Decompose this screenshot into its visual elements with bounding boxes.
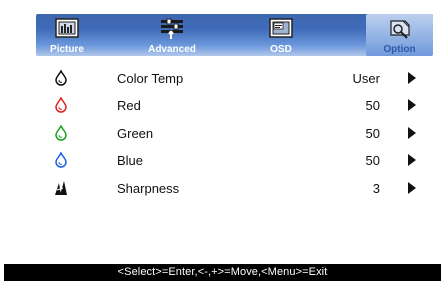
osd-menu: Picture Advanced OSD Option Color Temp U… xyxy=(4,0,441,281)
menu-row-blue[interactable]: Blue 50 xyxy=(54,150,424,170)
tab-picture-label: Picture xyxy=(50,44,84,55)
menu-row-value: 50 xyxy=(365,153,380,168)
menu-row-label: Green xyxy=(117,126,154,141)
menu-row-label: Color Temp xyxy=(117,71,184,86)
tab-osd-label: OSD xyxy=(270,44,292,55)
right-arrow-icon[interactable] xyxy=(408,182,416,194)
tab-option-label: Option xyxy=(383,44,416,55)
tab-bar: Picture Advanced OSD Option xyxy=(36,14,433,56)
tab-option[interactable]: Option xyxy=(366,14,433,56)
menu-row-green[interactable]: Green 50 xyxy=(54,123,424,143)
menu-row-red[interactable]: Red 50 xyxy=(54,95,424,115)
sharpness-icon xyxy=(55,181,67,195)
tab-advanced[interactable]: Advanced xyxy=(136,14,208,56)
menu-row-value: 3 xyxy=(372,181,380,196)
color-drop-icon xyxy=(55,70,67,86)
right-arrow-icon[interactable] xyxy=(408,99,416,111)
tab-advanced-label: Advanced xyxy=(148,44,196,55)
menu-row-label: Sharpness xyxy=(117,181,180,196)
menu-row-color-temp[interactable]: Color Temp User xyxy=(54,68,424,88)
picture-icon xyxy=(55,18,79,38)
green-drop-icon xyxy=(55,125,67,141)
right-arrow-icon[interactable] xyxy=(408,127,416,139)
blue-drop-icon xyxy=(55,152,67,168)
tab-picture[interactable]: Picture xyxy=(36,14,98,56)
advanced-icon xyxy=(161,18,183,39)
menu-row-value: 50 xyxy=(365,126,380,141)
right-arrow-icon[interactable] xyxy=(408,72,416,84)
help-bar: <Select>=Enter,<-,+>=Move,<Menu>=Exit xyxy=(4,264,441,281)
option-icon xyxy=(389,20,410,39)
red-drop-icon xyxy=(55,97,67,113)
menu-row-label: Red xyxy=(117,98,141,113)
menu-row-value: User xyxy=(352,71,380,86)
menu-row-label: Blue xyxy=(117,153,144,168)
menu-row-value: 50 xyxy=(365,98,380,113)
tab-osd[interactable]: OSD xyxy=(246,14,316,56)
osd-icon xyxy=(269,18,293,38)
menu-row-sharpness[interactable]: Sharpness 3 xyxy=(54,178,424,198)
right-arrow-icon[interactable] xyxy=(408,154,416,166)
